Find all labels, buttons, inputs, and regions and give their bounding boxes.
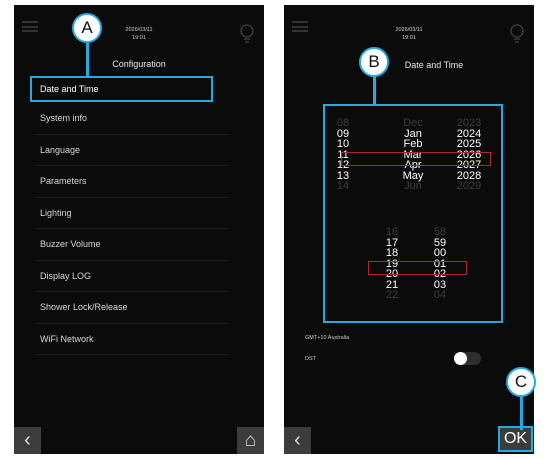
wheel-item: 22 [385, 289, 399, 301]
lightbulb-icon[interactable] [508, 23, 526, 45]
timezone-label[interactable]: GMT+10 Australia [305, 335, 349, 341]
wheel-item: 08 [336, 117, 350, 129]
menu-item-display-log[interactable]: Display LOG [28, 261, 228, 293]
chevron-left-icon: ‹ [294, 429, 301, 451]
date-and-time-highlight [30, 76, 213, 102]
menu-item-language[interactable]: Language [28, 135, 228, 167]
wheel-item: 2029 [456, 180, 482, 192]
wheel-item: 58 [433, 226, 447, 238]
back-button[interactable]: ‹ [14, 427, 41, 454]
callout-c: C [506, 367, 536, 397]
toggle-knob [454, 352, 467, 365]
configuration-menu: Date and Time System info Language Param… [28, 75, 228, 355]
callout-b-stem [373, 75, 376, 105]
configuration-screen: 2026/03/11 19:01 Configuration Date and … [14, 5, 264, 454]
wheel-item: 14 [336, 180, 350, 192]
wheel-item: Jun [404, 180, 422, 192]
callout-c-stem [520, 395, 523, 430]
status-time: 19:01 [402, 35, 416, 41]
status-bar: 2026/03/11 19:01 [14, 5, 264, 45]
wheel-item: 00 [433, 247, 447, 259]
back-button[interactable]: ‹ [284, 427, 311, 454]
date-and-time-screen: 2026/03/11 19:01 Date and Time 08 09 10 … [284, 5, 534, 454]
menu-item-lighting[interactable]: Lighting [28, 198, 228, 230]
chevron-left-icon: ‹ [24, 429, 31, 451]
status-datetime: 2026/03/11 19:01 [14, 26, 264, 42]
status-time: 19:01 [132, 35, 146, 41]
wheel-item: 2023 [456, 117, 482, 129]
lightbulb-icon[interactable] [238, 23, 256, 45]
page-title: Configuration [112, 59, 166, 69]
status-date: 2026/03/11 [395, 27, 423, 33]
status-datetime: 2026/03/11 19:01 [284, 26, 534, 42]
date-selection-indicator [341, 152, 491, 166]
menu-item-wifi-network[interactable]: WiFi Network [28, 324, 228, 356]
callout-b: B [359, 47, 389, 77]
wheel-item: 2025 [456, 138, 482, 150]
time-selection-indicator [368, 261, 467, 275]
callout-a-stem [86, 42, 89, 78]
wheel-item: 10 [336, 138, 350, 150]
wheel-item: 04 [433, 289, 447, 301]
status-bar: 2026/03/11 19:01 [284, 5, 534, 45]
home-icon: ⌂ [244, 430, 257, 451]
home-button[interactable]: ⌂ [237, 427, 264, 454]
ok-button[interactable]: OK [498, 426, 533, 452]
menu-item-system-info[interactable]: System info [28, 103, 228, 135]
dst-toggle[interactable] [454, 352, 481, 365]
wheel-item: 16 [385, 226, 399, 238]
menu-item-buzzer-volume[interactable]: Buzzer Volume [28, 229, 228, 261]
wheel-item: Dec [403, 117, 423, 129]
page-title: Date and Time [404, 60, 464, 70]
wheel-item: Feb [403, 138, 423, 150]
menu-item-parameters[interactable]: Parameters [28, 166, 228, 198]
dst-label: DST [305, 356, 316, 362]
callout-a: A [72, 13, 102, 43]
status-date: 2026/03/11 [125, 27, 153, 33]
wheel-item: 18 [385, 247, 399, 259]
menu-item-shower-lock-release[interactable]: Shower Lock/Release [28, 292, 228, 324]
